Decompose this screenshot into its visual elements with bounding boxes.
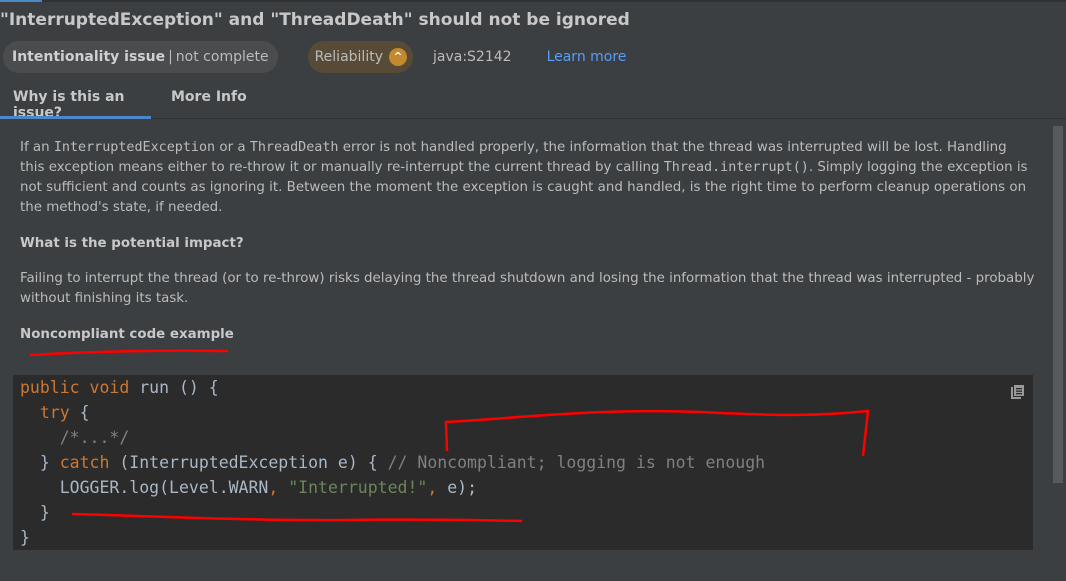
copy-icon[interactable] [1009,384,1025,400]
clean-code-attribute-badge: Intentionality issue | not complete [3,41,278,73]
software-quality-badge[interactable]: Reliability ^ [307,41,413,73]
inline-code: ThreadDeath [249,140,339,155]
code-text: } [39,503,50,522]
attribute-detail: not complete [175,49,269,65]
tab-more-info[interactable]: More Info [151,85,259,118]
code-text: (InterruptedException e) { [109,453,388,472]
code-line: } [13,500,1033,525]
keyword: try [39,403,70,422]
code-line: } catch (InterruptedException e) { // No… [13,450,1033,475]
code-text: { [69,403,90,422]
tab-bar: Why is this an issue? More Info [0,85,1066,121]
code-text: LOGGER.log(Level.WARN [59,478,269,497]
comment: /*...*/ [59,428,130,447]
description-paragraph: If an InterruptedException or a ThreadDe… [20,138,1035,218]
separator: | [168,49,173,65]
learn-more-link[interactable]: Learn more [547,49,627,65]
impact-heading: What is the potential impact? [20,236,244,251]
tab-why-is-this-an-issue[interactable]: Why is this an issue? [0,85,151,121]
keyword: catch [59,453,110,472]
code-text: } [20,528,30,547]
code-line: LOGGER.log(Level.WARN, "Interrupted!", e… [13,475,1033,500]
text: or a [215,140,250,155]
rule-meta: Intentionality issue | not complete Reli… [3,41,626,73]
code-text: } [39,453,60,472]
code-text: run () { [129,378,219,397]
inline-code: Thread.interrupt() [663,160,809,175]
inline-code: InterruptedException [53,140,216,155]
string: "Interrupted!" [288,478,428,497]
comment: // Noncompliant; logging is not enough [387,453,766,472]
code-line: /*...*/ [13,425,1033,450]
annotation-underline-heading [29,349,229,357]
rule-key: java:S2142 [432,49,512,65]
vertical-scrollbar[interactable] [1053,126,1063,483]
code-line: } [13,525,1033,550]
impact-paragraph: Failing to interrupt the thread (or to r… [20,271,1035,306]
code-example: public void run () { try { /*...*/ } cat… [13,375,1033,550]
text: If an [20,140,54,155]
rule-title: "InterruptedException" and "ThreadDeath"… [0,10,630,30]
top-accent [0,0,42,2]
top-border [0,0,1066,2]
code-text: e); [437,478,478,497]
quality-label: Reliability [314,49,383,65]
keyword: public void [20,378,130,397]
punct: , [268,478,289,497]
punct: , [427,478,438,497]
rule-description: If an InterruptedException or a ThreadDe… [20,138,1035,345]
example-heading: Noncompliant code example [20,327,234,342]
code-line: public void run () { [13,375,1033,400]
code-line: try { [13,400,1033,425]
chevron-up-icon: ^ [388,48,407,66]
attribute-label: Intentionality issue [12,49,166,65]
